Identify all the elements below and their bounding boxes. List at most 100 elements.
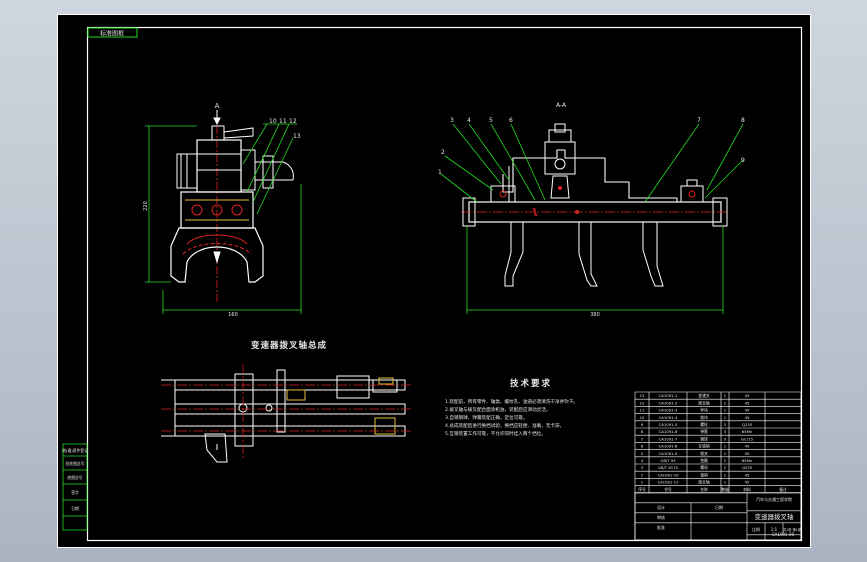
right-head (336, 375, 370, 399)
top-view (161, 364, 413, 463)
balloon-9: 9 (741, 157, 745, 164)
parts-cell: 45 (745, 472, 750, 477)
parts-cell: 2 (724, 458, 727, 463)
parts-cell: 45 (745, 415, 750, 420)
view-mark-a: A (215, 102, 220, 110)
parts-cell: CA1091-4 (659, 415, 678, 420)
balloon-8: 8 (741, 117, 745, 124)
parts-cell: 10 (640, 415, 645, 420)
dim-left-height: 220 (143, 201, 149, 211)
parts-cell: 钢球 (700, 436, 708, 441)
balloon-6: 6 (509, 117, 513, 124)
section-label: A-A (556, 102, 567, 109)
parts-cell: 45 (745, 480, 750, 485)
tech-item-4: 4.总成装配后进行换挡试验，换挡应轻便、准确，无卡滞。 (445, 422, 564, 429)
tech-item-3: 3.自锁钢球、弹簧装配正确，定位可靠。 (445, 414, 527, 421)
parts-header-cell: 名称 (700, 487, 708, 492)
parts-cell: CA1091-10 (657, 472, 679, 477)
parts-cell: 弹簧 (700, 429, 708, 434)
parts-cell: 拨叉轴 (698, 400, 710, 405)
parts-cell: CA1091-2 (659, 400, 678, 405)
balloon-11: 11 (279, 118, 287, 125)
parts-cell: GB/T 6170 (658, 465, 679, 470)
parts-cell: 1 (641, 480, 644, 485)
parts-cell: 1 (724, 444, 727, 449)
parts-cell: 拨块 (700, 415, 708, 420)
side-item-1: 借(通)用件登记 (62, 448, 88, 453)
side-item-2: 旧底图总号 (66, 461, 85, 466)
balloon-3: 3 (450, 117, 454, 124)
cad-drawing: 标准图框 A 220 160 10 11 12 13 A-A 380 1 2 3… (57, 14, 811, 548)
parts-cell: 1 (724, 451, 727, 456)
assembly-title: 变速器拨叉轴总成 (251, 340, 327, 351)
corner-tag-text: 标准图框 (100, 30, 124, 38)
approver-label: 批准 (657, 524, 665, 530)
section-view (461, 123, 729, 287)
parts-cell: 1 (724, 415, 727, 420)
parts-cell: 12 (640, 400, 645, 405)
company-name: 汽车与交通工程学院 (756, 496, 792, 502)
parts-cell: CA1091-9 (659, 451, 678, 456)
parts-cell: 7 (641, 436, 644, 441)
parts-cell: 9 (641, 422, 644, 427)
parts-cell: 65Mn (742, 429, 753, 434)
side-item-5: 日期 (71, 506, 79, 511)
parts-cell: CA1091-1 (659, 393, 678, 398)
parts-cell: 1 (724, 400, 727, 405)
parts-cell: 变速叉 (698, 393, 710, 398)
parts-cell: 11 (640, 408, 645, 413)
front-leaders (242, 123, 297, 215)
drawing-name: 变速器拨叉轴 (755, 512, 795, 521)
parts-cell: 3 (641, 465, 644, 470)
parts-cell: 45 (745, 444, 750, 449)
side-item-4: 签字 (71, 490, 79, 495)
parts-cell: Q235 (742, 465, 753, 470)
tech-item-2: 2.拨叉轴与拨叉配合面涂机油，装配后应滑动灵活。 (445, 406, 550, 413)
right-boss-section (680, 185, 704, 203)
parts-cell: 互锁销 (698, 444, 710, 449)
tech-item-1: 1.装配前，所有零件、轴类、螺纹孔、油道必须清洗干净并吹干。 (445, 398, 578, 405)
parts-cell: Q235 (742, 422, 753, 427)
side-table (62, 443, 88, 531)
parts-cell: 6 (641, 444, 644, 449)
parts-cell: 45 (745, 393, 750, 398)
section-dimensions (466, 226, 724, 314)
parts-cell: 3 (724, 429, 727, 434)
parts-cell: 5 (641, 451, 644, 456)
parts-cell: 拨叉 (700, 451, 708, 456)
drawing-viewport[interactable]: 标准图框 A 220 160 10 11 12 13 A-A 380 1 2 3… (57, 14, 811, 548)
parts-cell: 8 (641, 429, 644, 434)
title-block: 汽车与交通工程学院变速器拨叉轴设计审核批准日期比例 1:1 共1张 第1张CA109… (634, 492, 802, 541)
inner-frame (86, 26, 803, 542)
tech-list: 1.装配前，所有零件、轴类、螺纹孔、油道必须清洗干净并吹干。 2.拨叉轴与拨叉配… (445, 398, 578, 437)
parts-cell: CA1091-5 (659, 422, 678, 427)
balloon-7: 7 (697, 117, 701, 124)
dim-right-width: 380 (590, 312, 600, 318)
parts-cell: 1 (724, 472, 727, 477)
fork-leg-mid (578, 222, 598, 287)
parts-cell: GB/T 93 (660, 458, 676, 463)
parts-cell: 2 (724, 422, 727, 427)
parts-cell: 45 (745, 408, 750, 413)
parts-cell: 2 (724, 465, 727, 470)
parts-cell: 3 (724, 436, 727, 441)
date-label: 日期 (715, 504, 723, 510)
parts-cell: 1 (724, 480, 727, 485)
parts-header-cell: 备注 (779, 487, 787, 492)
parts-cell: CA1091-7 (659, 436, 678, 441)
parts-cell: 垫圈 (700, 458, 708, 463)
scale-label: 比例 (752, 526, 760, 532)
balloon-10: 10 (269, 118, 277, 125)
drawing-code: CA1091-00 (772, 532, 795, 537)
lever-arm (223, 127, 254, 139)
parts-cell: CA1091-11 (657, 480, 679, 485)
parts-cell: 65Mn (742, 458, 753, 463)
section-leaders (440, 123, 744, 203)
parts-cell: 拨叉轴 (698, 480, 710, 485)
tech-item-5: 5.互锁装置工作可靠，不允许同时挂入两个挡位。 (445, 430, 546, 437)
side-item-3: 底图总号 (67, 475, 82, 480)
lower-lug (204, 433, 228, 463)
parts-cell: 锁销 (700, 472, 708, 477)
parts-header-cell: 代号 (664, 487, 672, 492)
parts-cell: CA1091-8 (659, 444, 678, 449)
